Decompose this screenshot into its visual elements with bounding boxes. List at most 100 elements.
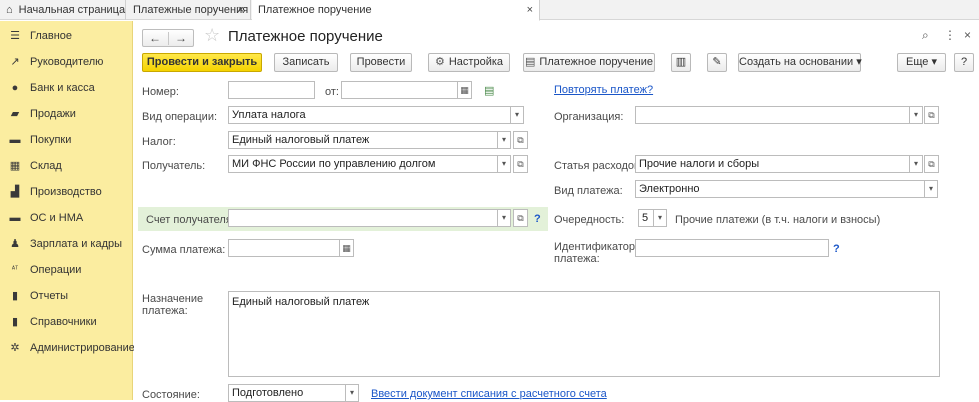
menu-icon: ☰ [10,30,20,42]
sidebar-item-operations[interactable]: ᴬᵀ Операции [0,257,133,283]
purpose-textarea[interactable]: Единый налоговый платеж [228,291,940,377]
sidebar-item-label: Справочники [30,316,97,328]
amount-field[interactable] [228,239,340,257]
operation-field[interactable]: Уплата налога [228,106,511,124]
chevron-down-icon[interactable]: ▾ [498,209,511,227]
identifier-label-2: платежа: [554,253,600,265]
chevron-down-icon[interactable]: ▾ [511,106,524,124]
sidebar: ☰ Главное ↗ Руководителю ● Банк и касса ▰ Пр… [0,21,135,400]
identifier-label: Идентификатор [554,241,635,253]
tax-label: Налог: [142,136,176,148]
tax-field[interactable]: Единый налоговый платеж [228,131,498,149]
sidebar-item-bank[interactable]: ● Банк и касса [0,75,133,101]
document-icon: ▥ [675,56,687,68]
create-based-on-button[interactable]: Создать на основании ▾ [738,53,862,72]
number-field[interactable] [228,81,315,99]
open-icon[interactable]: ⧉ [513,131,528,149]
nav-buttons: ← → [142,29,194,47]
tab-payment-order[interactable]: Платежное поручение × [252,0,540,21]
date-field[interactable] [341,81,458,99]
open-icon[interactable]: ⧉ [924,106,939,124]
attach-button[interactable]: ✎ [707,53,727,72]
payment-type-field[interactable]: Электронно [635,180,925,198]
priority-label: Очередность: [554,214,625,226]
calculator-icon[interactable]: ▦ [340,239,354,257]
chevron-down-icon[interactable]: ▾ [498,131,511,149]
sidebar-item-references[interactable]: ▮ Справочники [0,309,133,335]
print-label: Платежное поручение [539,56,653,68]
purpose-label-2: платежа: [142,305,188,317]
sidebar-item-sales[interactable]: ▰ Продажи [0,101,133,127]
priority-field[interactable]: 5 [638,209,654,227]
book-icon: ▮ [11,316,19,328]
post-icon[interactable]: ▤ [484,84,494,97]
sidebar-item-assets[interactable]: ▬ ОС и НМА [0,205,133,231]
save-button[interactable]: Записать [274,53,338,72]
post-and-close-button[interactable]: Провести и закрыть [142,53,262,72]
sidebar-item-admin[interactable]: ✲ Администрирование [0,335,135,361]
back-icon[interactable]: ← [143,31,167,45]
settings-label: Настройка [448,56,504,68]
sidebar-item-production[interactable]: ▟ Производство [0,179,133,205]
chevron-down-icon[interactable]: ▾ [346,384,359,402]
printer-icon: ▤ [525,56,536,68]
calendar-icon[interactable]: ▦ [458,81,472,99]
more-icon[interactable]: ⋮ [944,28,956,42]
tab-payment-orders-label: Платежные поручения [133,4,249,16]
repeat-payment-link[interactable]: Повторять платеж? [554,84,653,96]
sidebar-item-main[interactable]: ☰ Главное [0,23,133,49]
tab-payment-orders[interactable]: Платежные поручения × [127,0,251,20]
page-title: Платежное поручение [228,28,383,45]
sidebar-item-label: Отчеты [30,290,69,302]
open-icon[interactable]: ⧉ [513,155,528,173]
help-icon[interactable]: ? [833,243,840,255]
sidebar-item-label: ОС и НМА [30,212,84,224]
sidebar-item-purchases[interactable]: ▬ Покупки [0,127,133,153]
bag-icon: ▰ [10,108,20,120]
sidebar-item-manager[interactable]: ↗ Руководителю [0,49,133,75]
close-icon[interactable]: × [964,28,971,42]
help-button[interactable]: ? [954,53,974,72]
open-icon[interactable]: ⧉ [513,209,528,227]
open-icon[interactable]: ⧉ [924,155,939,173]
factory-icon: ▟ [10,186,20,198]
sidebar-item-warehouse[interactable]: ▦ Склад [0,153,133,179]
chevron-down-icon[interactable]: ▾ [910,106,923,124]
document-button[interactable]: ▥ [671,53,691,72]
forward-icon[interactable]: → [169,31,193,45]
sidebar-item-label: Администрирование [30,342,135,354]
tab-home-label: Начальная страница [18,4,126,16]
sidebar-item-reports[interactable]: ▮ Отчеты [0,283,133,309]
recipient-label: Получатель: [142,160,206,172]
close-icon[interactable]: × [238,0,244,20]
warehouse-icon: ▦ [9,160,21,172]
identifier-field[interactable] [635,239,829,257]
link-icon[interactable]: ⌕ [922,28,929,43]
recipient-field[interactable]: МИ ФНС России по управлению долгом [228,155,498,173]
paperclip-icon: ✎ [712,56,722,68]
tab-home[interactable]: ⌂ Начальная страница [0,0,126,20]
chevron-down-icon[interactable]: ▾ [910,155,923,173]
number-label: Номер: [142,86,179,98]
writeoff-link[interactable]: Ввести документ списания с расчетного сч… [371,388,607,400]
chevron-down-icon[interactable]: ▾ [654,209,667,227]
account-label: Счет получателя: [146,214,235,226]
more-button[interactable]: Еще ▾ [897,53,946,72]
trend-icon: ↗ [10,56,20,68]
help-icon[interactable]: ? [534,213,541,225]
print-payment-order-button[interactable]: ▤ Платежное поручение [523,53,655,72]
tab-payment-order-label: Платежное поручение [258,4,372,16]
star-icon[interactable]: ☆ [204,25,220,46]
close-icon[interactable]: × [527,0,533,20]
settings-button[interactable]: ⚙ Настройка [428,53,510,72]
sidebar-item-salary[interactable]: ♟ Зарплата и кадры [0,231,133,257]
post-button[interactable]: Провести [350,53,412,72]
date-label: от: [325,86,339,98]
account-field[interactable] [228,209,498,227]
sidebar-item-label: Производство [30,186,102,198]
organization-field[interactable] [635,106,910,124]
chevron-down-icon[interactable]: ▾ [498,155,511,173]
chevron-down-icon[interactable]: ▾ [925,180,938,198]
expense-field[interactable]: Прочие налоги и сборы [635,155,910,173]
state-field[interactable]: Подготовлено [228,384,346,402]
